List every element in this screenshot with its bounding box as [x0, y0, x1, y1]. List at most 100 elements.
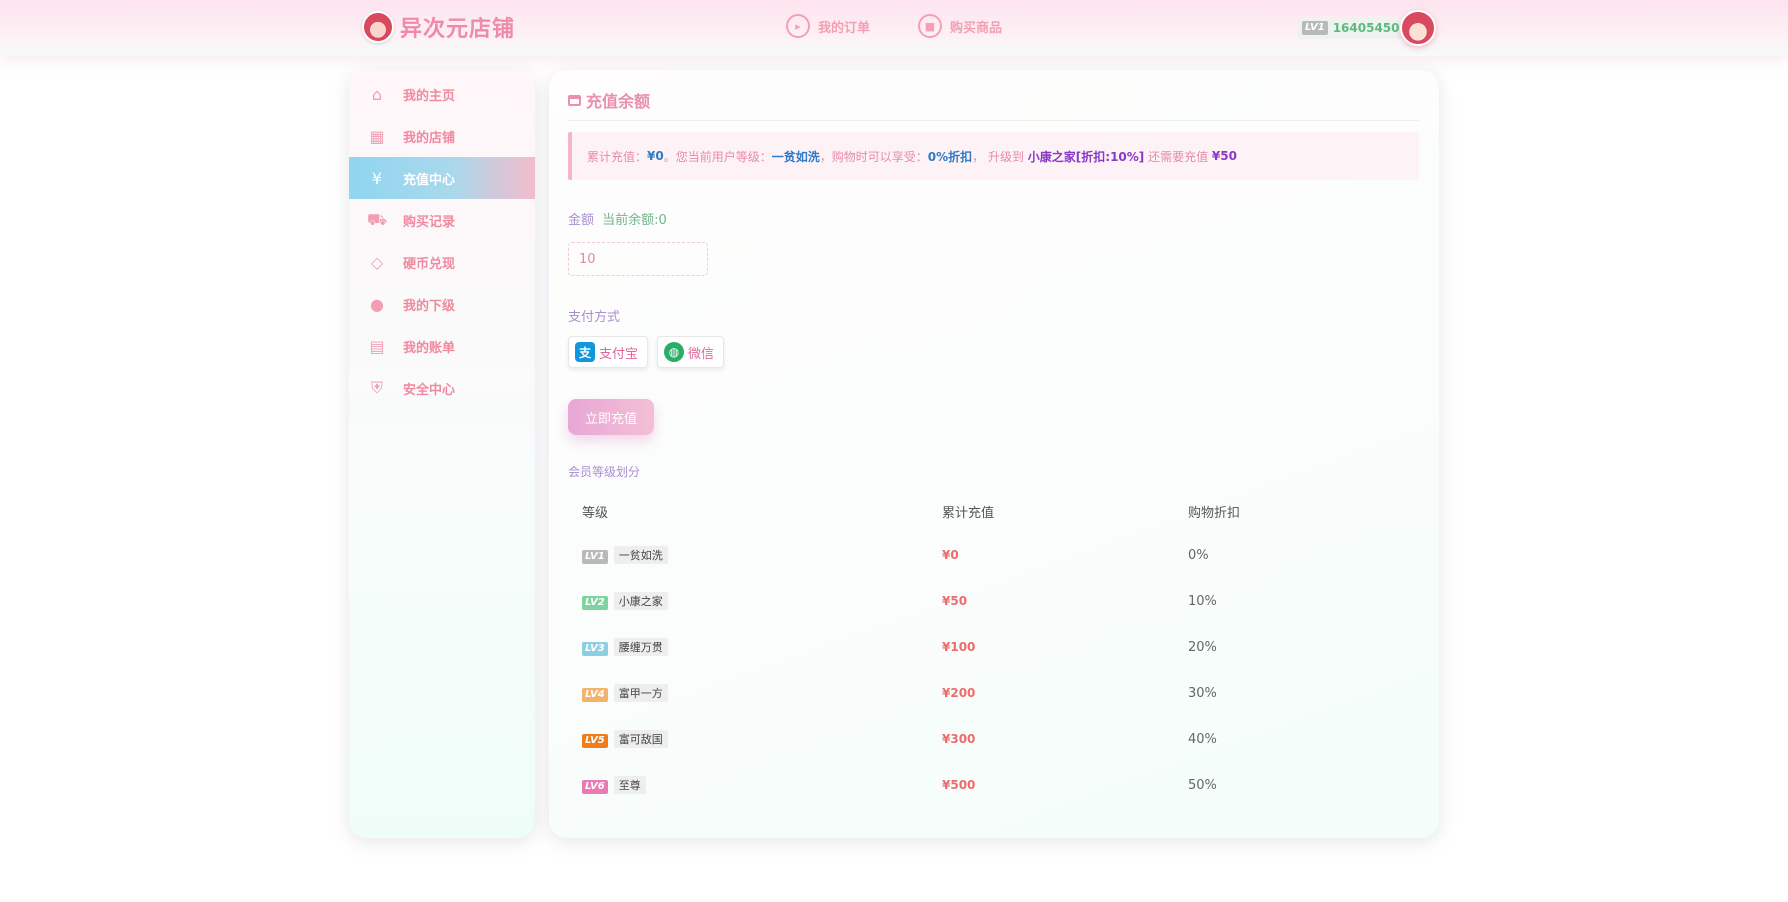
level-tag: LV5: [582, 733, 608, 748]
level-discount: 50%: [1188, 777, 1217, 793]
sidebar-item-coin-exchange[interactable]: ◇ 硬币兑现: [349, 241, 535, 283]
shield-icon: ⛨: [370, 378, 383, 397]
nav-my-orders-label: 我的订单: [818, 20, 871, 36]
amount-input[interactable]: [568, 242, 708, 276]
level-tag: LV3: [582, 641, 608, 656]
sidebar-item-label: 我的主页: [403, 88, 456, 104]
notice-next-level: 小康之家[折扣:10%]: [1027, 149, 1145, 164]
level-tag: LV6: [582, 779, 608, 794]
home-icon: ⌂: [371, 84, 383, 104]
level-name: 一贫如洗: [613, 546, 668, 564]
notice-text: 。您当前用户等级：: [663, 149, 772, 164]
recharge-notice: 累计充值： ¥0 。您当前用户等级： 一贫如洗 ，购物时可以享受： 0%折扣 ，…: [568, 132, 1419, 180]
sidebar: ⌂ 我的主页 ▦ 我的店铺 ¥ 充值中心 ⛟ 购买记录 ◇ 硬币兑现 ● 我的下…: [349, 70, 535, 838]
user-icon: ●: [370, 294, 384, 314]
table-row: LV1 一贫如洗 ¥0 0%: [568, 532, 1419, 578]
sidebar-item-label: 安全中心: [403, 382, 456, 398]
level-recharge: ¥0: [942, 547, 959, 562]
alipay-button[interactable]: 支 支付宝: [568, 336, 649, 368]
table-row: LV4 富甲一方 ¥200 30%: [568, 670, 1419, 716]
amount-label-text: 金额: [568, 213, 595, 228]
level-recharge: ¥200: [942, 685, 976, 700]
level-discount: 40%: [1188, 731, 1217, 747]
level-recharge: ¥500: [942, 777, 976, 792]
sidebar-item-home[interactable]: ⌂ 我的主页: [349, 73, 535, 115]
brand-logo-icon: [362, 11, 394, 43]
level-recharge: ¥300: [942, 731, 976, 746]
sidebar-item-label: 硬币兑现: [403, 256, 456, 272]
recharge-now-button[interactable]: 立即充值: [568, 399, 654, 435]
sidebar-item-purchase-records[interactable]: ⛟ 购买记录: [349, 199, 535, 241]
page-title-text: 充值余额: [586, 92, 651, 111]
level-discount: 10%: [1188, 593, 1217, 609]
pay-method-label: 支付方式: [568, 310, 621, 325]
top-bar: 异次元店铺 ▸ 我的订单 ■ 购买商品 LV1 164054503: [0, 0, 1788, 56]
table-header: 购物折扣: [1188, 505, 1241, 521]
level-tag: LV1: [582, 549, 608, 564]
current-balance: 当前余额:0: [602, 213, 667, 228]
table-row: LV5 富可敌国 ¥300 40%: [568, 716, 1419, 762]
level-tag: LV2: [582, 595, 608, 610]
levels-table: 等级 累计充值 购物折扣 LV1 一贫如洗 ¥0 0% LV2 小康之家 ¥50 1…: [568, 490, 1419, 808]
notice-discount: 0%折扣: [927, 149, 973, 164]
avatar[interactable]: [1400, 10, 1436, 46]
table-row: LV3 腰缠万贯 ¥100 20%: [568, 624, 1419, 670]
sidebar-item-label: 购买记录: [403, 214, 456, 230]
table-row: LV2 小康之家 ¥50 10%: [568, 578, 1419, 624]
shop-grid-icon: ▦: [369, 126, 385, 146]
notice-text: 累计充值：: [587, 149, 648, 164]
sidebar-item-recharge[interactable]: ¥ 充值中心: [349, 157, 535, 199]
table-header: 等级: [582, 505, 609, 521]
notice-text: ，购物时可以享受：: [819, 149, 928, 164]
level-discount: 0%: [1188, 547, 1209, 563]
sidebar-item-label: 我的下级: [403, 298, 456, 314]
order-icon: ▸: [786, 14, 810, 38]
notice-text: 还需要充值: [1144, 149, 1212, 164]
user-level-tag: LV1: [1302, 21, 1328, 35]
brand-name: 异次元店铺: [400, 17, 516, 42]
levels-label: 会员等级划分: [568, 465, 641, 479]
table-row: LV6 至尊 ¥500 50%: [568, 762, 1419, 808]
level-name: 至尊: [613, 776, 646, 794]
sidebar-item-label: 我的账单: [403, 340, 456, 356]
level-name: 富可敌国: [613, 730, 668, 748]
alipay-icon: 支: [575, 342, 595, 362]
cart-icon: ⛟: [366, 209, 388, 229]
level-recharge: ¥50: [942, 593, 968, 608]
diamond-icon: ◇: [370, 252, 384, 272]
table-header-row: 等级 累计充值 购物折扣: [568, 490, 1419, 532]
page-title: 充值余额: [568, 88, 650, 112]
sidebar-item-label: 充值中心: [403, 172, 456, 188]
level-discount: 30%: [1188, 685, 1217, 701]
level-name: 腰缠万贯: [613, 638, 668, 656]
notice-level: 一贫如洗: [771, 149, 820, 164]
user-id: 164054503: [1332, 21, 1408, 35]
recharge-panel: 充值余额 累计充值： ¥0 。您当前用户等级： 一贫如洗 ，购物时可以享受： 0…: [549, 70, 1439, 838]
brand[interactable]: 异次元店铺: [362, 11, 515, 43]
wechat-icon: ◍: [664, 342, 684, 362]
user-level-badge[interactable]: LV1 164054503: [1298, 17, 1416, 39]
wechat-pay-button[interactable]: ◍ 微信: [657, 336, 725, 368]
nav-buy-goods[interactable]: ■ 购买商品: [918, 14, 1002, 38]
nav-buy-goods-label: 购买商品: [950, 20, 1003, 36]
notice-need-amount: ¥50: [1211, 149, 1237, 163]
nav-my-orders[interactable]: ▸ 我的订单: [786, 14, 870, 38]
bag-icon: ■: [918, 14, 942, 38]
sidebar-item-security[interactable]: ⛨ 安全中心: [349, 367, 535, 409]
sidebar-item-label: 我的店铺: [403, 130, 456, 146]
sidebar-item-subordinates[interactable]: ● 我的下级: [349, 283, 535, 325]
alipay-label: 支付宝: [599, 346, 639, 362]
notice-text: ， 升级到: [972, 149, 1028, 164]
level-name: 富甲一方: [613, 684, 668, 702]
yen-circle-icon: ¥: [371, 168, 383, 188]
sidebar-item-shop[interactable]: ▦ 我的店铺: [349, 115, 535, 157]
level-tag: LV4: [582, 687, 608, 702]
level-name: 小康之家: [613, 592, 668, 610]
level-discount: 20%: [1188, 639, 1217, 655]
card-icon: [568, 94, 581, 106]
table-header: 累计充值: [942, 505, 995, 521]
divider: [568, 120, 1419, 121]
level-recharge: ¥100: [942, 639, 976, 654]
notice-total: ¥0: [647, 149, 664, 163]
sidebar-item-bills[interactable]: ▤ 我的账单: [349, 325, 535, 367]
